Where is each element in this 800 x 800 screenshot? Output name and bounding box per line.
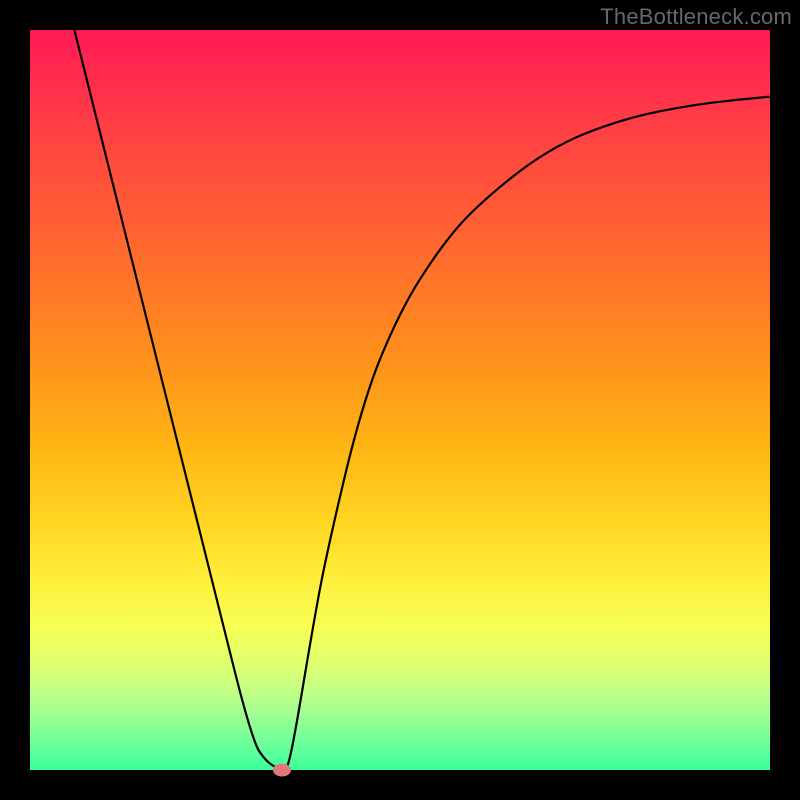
bottleneck-curve [30, 30, 770, 770]
minimum-marker [273, 764, 291, 777]
chart-frame [30, 30, 770, 770]
watermark-text: TheBottleneck.com [600, 4, 792, 30]
